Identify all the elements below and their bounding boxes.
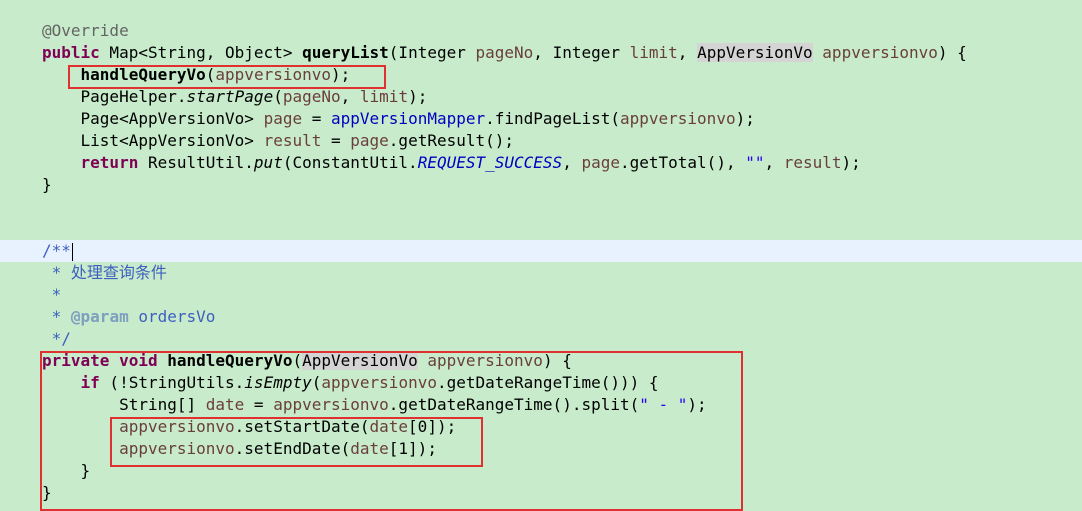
override-annotation: @Override — [42, 21, 129, 40]
code-line: */ — [42, 329, 71, 348]
code-editor[interactable]: @Override public Map<String, Object> que… — [0, 0, 1082, 511]
code-line: public Map<String, Object> queryList(Int… — [42, 43, 967, 62]
text-caret — [71, 242, 73, 261]
code-line: * @param ordersVo — [42, 307, 216, 326]
code-line: Page<AppVersionVo> page = appVersionMapp… — [42, 109, 755, 128]
code-line: * 处理查询条件 — [0, 262, 1082, 284]
current-line[interactable]: /** — [0, 240, 1082, 262]
code-line: return ResultUtil.put(ConstantUtil.REQUE… — [80, 153, 861, 172]
code-line: } — [42, 175, 52, 194]
code-line: * — [42, 285, 62, 304]
javadoc-description: * 处理查询条件 — [42, 263, 167, 282]
call-highlight-box — [68, 65, 386, 89]
code-line: @Override — [0, 20, 1082, 42]
javadoc-open: /** — [42, 241, 71, 260]
code-line: PageHelper.startPage(pageNo, limit); — [42, 87, 428, 106]
code-line: List<AppVersionVo> result = page.getResu… — [42, 131, 515, 150]
setters-highlight-box — [110, 417, 483, 467]
